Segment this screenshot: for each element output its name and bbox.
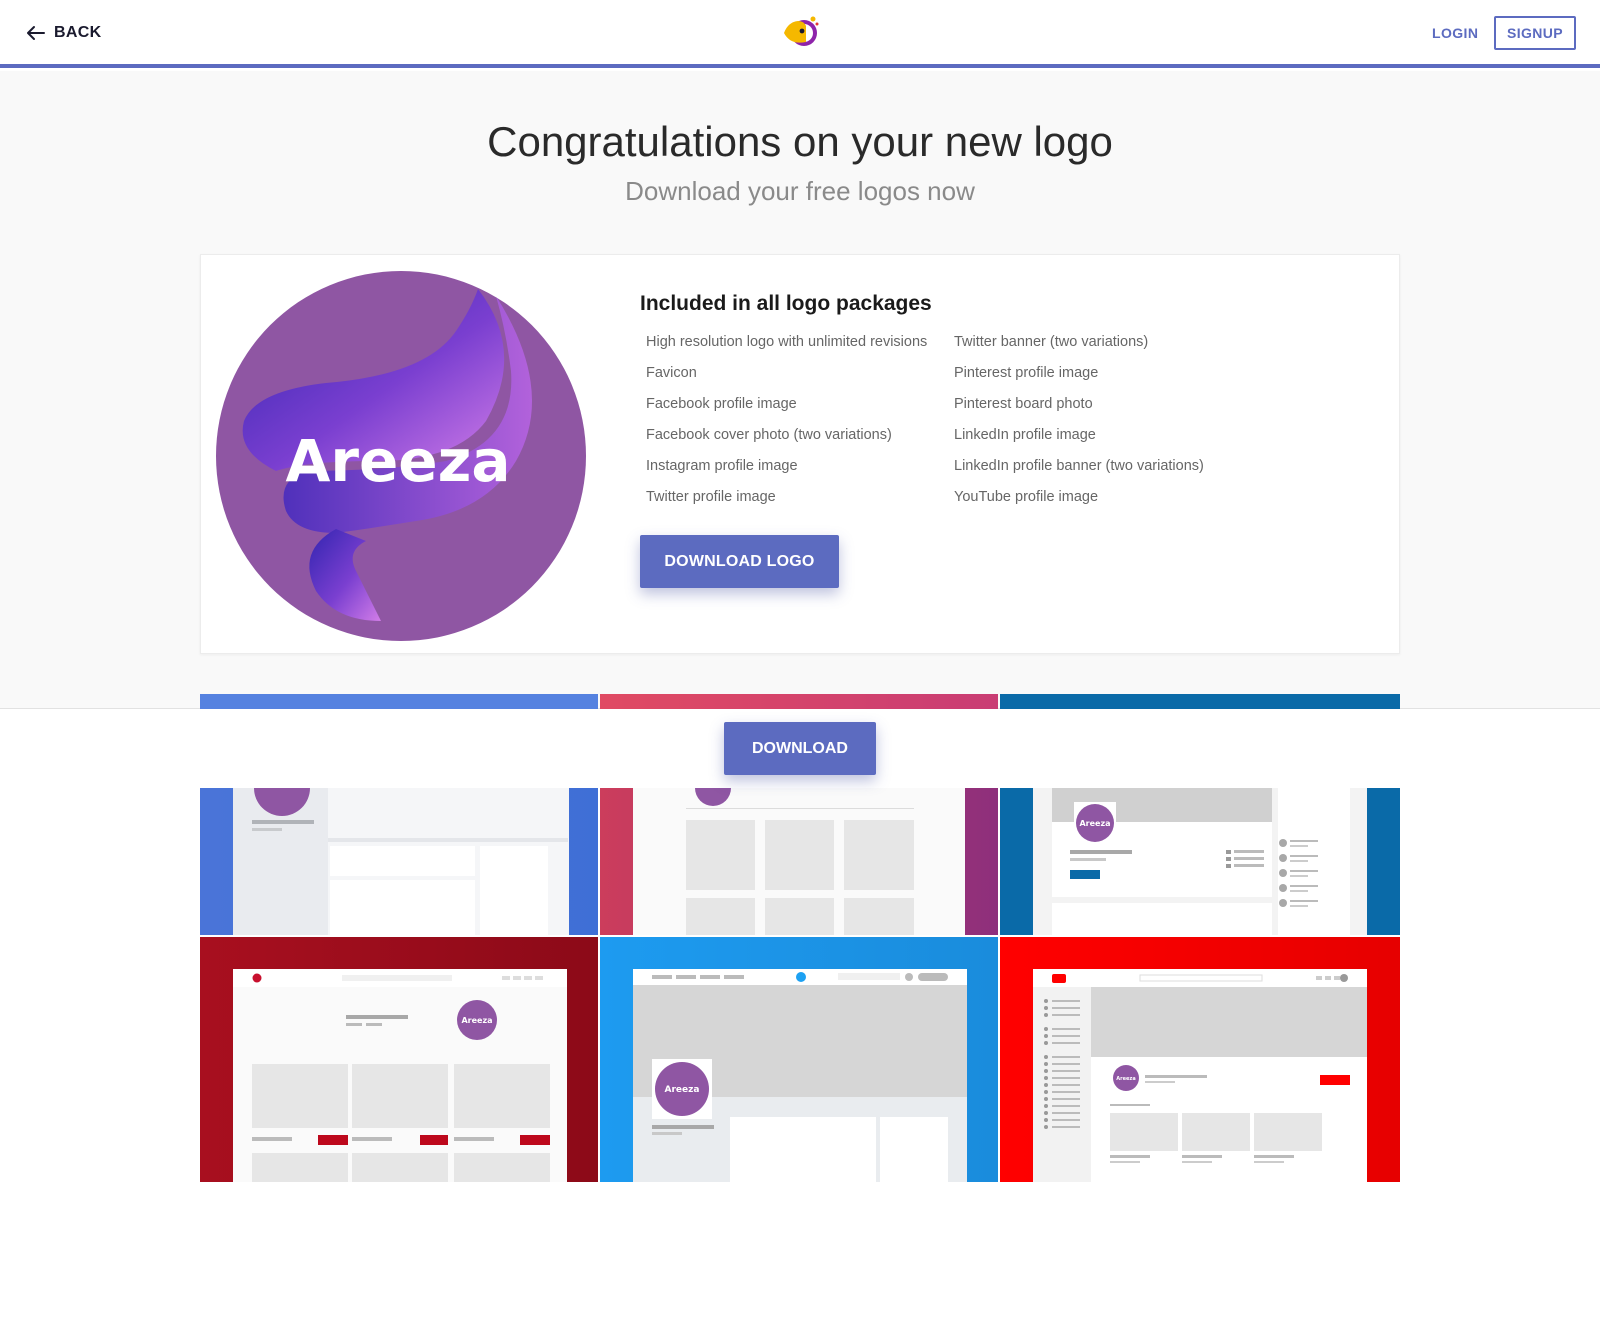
twitter-logo-text: Areeza	[665, 1085, 700, 1095]
back-label: BACK	[54, 24, 102, 41]
feature-item: LinkedIn profile image	[954, 427, 1096, 443]
feature-item: Pinterest board photo	[954, 396, 1093, 412]
features-right-list: Twitter banner (two variations) Pinteres…	[954, 332, 1204, 518]
page-title: Congratulations on your new logo	[487, 118, 1113, 165]
features-left-list: High resolution logo with unlimited revi…	[646, 332, 927, 518]
preview-strip-blue	[200, 694, 598, 709]
back-button[interactable]: BACK	[26, 24, 101, 42]
brand-logo-icon[interactable]	[782, 14, 820, 50]
linkedin-logo-text: Areeza	[1079, 819, 1110, 828]
feature-item: YouTube profile image	[954, 489, 1099, 505]
twitter-preview[interactable]: Areeza	[600, 937, 998, 1182]
pinterest-logo-text: Areeza	[461, 1016, 492, 1025]
feature-item: High resolution logo with unlimited revi…	[646, 334, 928, 350]
youtube-logo-text: Areeza	[1116, 1076, 1135, 1082]
page-subtitle: Download your free logos now	[625, 176, 975, 206]
logo-preview: Areeza	[216, 271, 586, 641]
feature-item: Facebook cover photo (two variations)	[646, 427, 892, 443]
feature-item: Pinterest profile image	[954, 365, 1099, 381]
logo-brand-text: Areeza	[285, 427, 510, 495]
linkedin-preview[interactable]: Areeza	[1000, 788, 1400, 935]
arrow-left-icon	[27, 26, 45, 40]
top-header: BACK LOGIN SIGNUP	[0, 0, 1600, 68]
youtube-preview[interactable]: Areeza	[1000, 937, 1400, 1182]
instagram-preview[interactable]	[600, 788, 998, 935]
packages-title: Included in all logo packages	[640, 292, 932, 315]
preview-strip-navy	[1000, 694, 1400, 709]
login-link[interactable]: LOGIN	[1432, 25, 1478, 41]
feature-item: Favicon	[646, 365, 697, 381]
download-logo-button[interactable]: DOWNLOAD LOGO	[640, 535, 839, 588]
feature-item: Instagram profile image	[646, 458, 798, 474]
feature-item: Twitter banner (two variations)	[954, 334, 1149, 350]
download-button[interactable]: DOWNLOAD	[724, 722, 876, 775]
signup-button[interactable]: SIGNUP	[1494, 16, 1576, 50]
facebook-preview[interactable]	[200, 788, 598, 935]
feature-item: Facebook profile image	[646, 396, 797, 412]
feature-item: Twitter profile image	[646, 489, 776, 505]
feature-item: LinkedIn profile banner (two variations)	[954, 458, 1204, 474]
preview-strip-pink	[600, 694, 998, 709]
pinterest-preview[interactable]: Areeza	[200, 937, 598, 1182]
